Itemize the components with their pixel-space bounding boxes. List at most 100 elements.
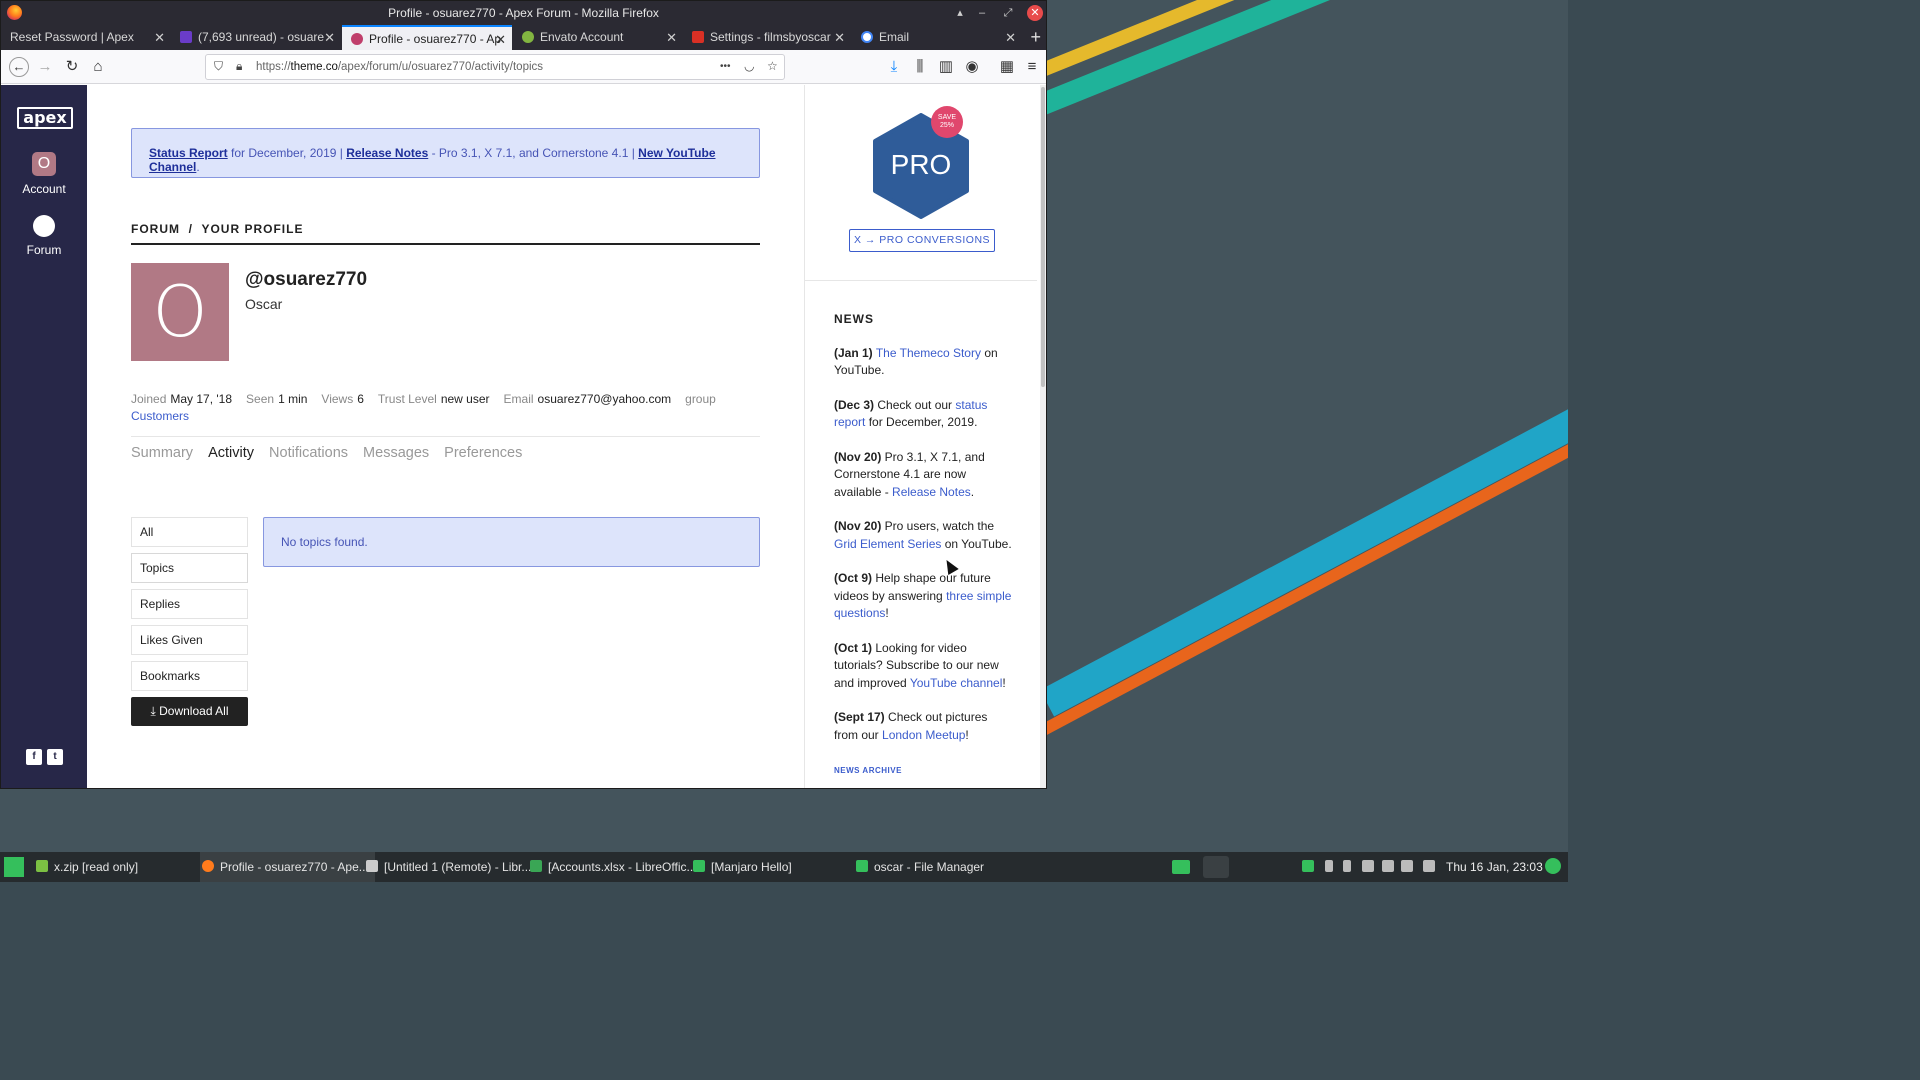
page-actions-icon[interactable]: ••• (720, 61, 731, 72)
news-link[interactable]: Grid Element Series (834, 537, 941, 551)
sidebar-icon[interactable]: ▥ (936, 57, 956, 77)
manjaro-menu-icon[interactable] (4, 857, 24, 877)
close-tab-icon[interactable]: ✕ (1005, 25, 1016, 50)
filter-bookmarks[interactable]: Bookmarks (131, 661, 248, 691)
lock-icon[interactable]: 🔒︎ (236, 59, 242, 74)
facebook-icon[interactable]: f (26, 749, 42, 765)
filter-likes-given[interactable]: Likes Given (131, 625, 248, 655)
clip-icon[interactable] (1382, 860, 1394, 872)
forward-icon[interactable]: → (35, 57, 55, 77)
maximize-button[interactable]: ⤢ (1000, 5, 1016, 21)
close-tab-icon[interactable]: ✕ (324, 25, 335, 50)
tab-label: Reset Password | Apex (10, 30, 134, 44)
tab-notifications[interactable]: Notifications (269, 445, 348, 461)
security-icon[interactable] (1401, 860, 1413, 872)
back-icon[interactable]: ← (9, 57, 29, 77)
tab-settings[interactable]: Settings - filmsbyoscar ✕ (683, 25, 851, 50)
wallpaper-stripe-orange (1040, 114, 1568, 736)
news-link[interactable]: YouTube channel (910, 676, 1003, 690)
group-link[interactable]: Customers (131, 409, 189, 423)
close-tab-icon[interactable]: ✕ (666, 25, 677, 50)
close-tab-icon[interactable]: ✕ (834, 25, 845, 50)
activity-filters: All Topics Replies Likes Given Bookmarks… (131, 517, 248, 726)
scrollbar-thumb[interactable] (1041, 87, 1045, 387)
tab-bar: Reset Password | Apex ✕ (7,693 unread) -… (1, 25, 1046, 50)
wifi-icon[interactable] (1362, 860, 1374, 872)
tab-mail[interactable]: (7,693 unread) - osuare ✕ (171, 25, 341, 50)
conversions-button[interactable]: X → PRO CONVERSIONS (849, 229, 995, 252)
news-heading: NEWS (834, 312, 874, 326)
workspace-icon[interactable] (1172, 860, 1190, 874)
tab-label: (7,693 unread) - osuare (198, 30, 325, 44)
clock[interactable]: Thu 16 Jan, 23:03 (1446, 860, 1543, 874)
taskbar: x.zip [read only] Profile - osuarez770 -… (0, 852, 1568, 882)
twitter-icon[interactable]: t (47, 749, 63, 765)
archive-icon (36, 860, 48, 872)
taskbar-item-label: oscar - File Manager (874, 860, 985, 874)
release-notes-link[interactable]: Release Notes (346, 146, 428, 160)
close-window-button[interactable]: ✕ (1027, 5, 1043, 21)
folder-icon (856, 860, 868, 872)
taskbar-item-file-manager[interactable]: oscar - File Manager (856, 852, 984, 882)
breadcrumb[interactable]: FORUM / YOUR PROFILE (131, 222, 760, 245)
bookmark-star-icon[interactable]: ☆ (767, 59, 778, 73)
power-icon[interactable] (1545, 858, 1561, 874)
save-badge: SAVE 25% (931, 106, 963, 138)
tab-messages[interactable]: Messages (363, 445, 429, 461)
envato-icon (522, 31, 534, 43)
title-bar[interactable]: Profile - osuarez770 - Apex Forum - Mozi… (1, 1, 1046, 25)
url-text[interactable]: https://theme.co/apex/forum/u/osuarez770… (256, 61, 543, 73)
sidebar-item-account[interactable]: O Account (1, 152, 87, 196)
filter-topics[interactable]: Topics (131, 553, 248, 583)
library-icon[interactable]: ⫼ (910, 57, 930, 77)
taskbar-item-manjaro-hello[interactable]: [Manjaro Hello] (693, 852, 792, 882)
download-icon[interactable]: ⤓ (884, 57, 904, 77)
volume-icon[interactable] (1423, 860, 1435, 872)
firefox-tray-icon[interactable] (1203, 856, 1229, 878)
reload-icon[interactable]: ↻ (62, 57, 82, 77)
tab-label: Email (879, 30, 910, 44)
filter-all[interactable]: All (131, 517, 248, 547)
tab-preferences[interactable]: Preferences (444, 445, 522, 461)
page-scrollbar[interactable] (1040, 85, 1046, 788)
sidebar-item-forum[interactable]: Forum (1, 215, 87, 257)
new-tab-icon[interactable]: + (1030, 27, 1041, 47)
gmail-icon (692, 31, 704, 43)
tab-activity[interactable]: Activity (208, 445, 254, 461)
close-tab-icon[interactable]: ✕ (154, 25, 165, 50)
tab-reset-password[interactable]: Reset Password | Apex ✕ (1, 25, 171, 50)
tab-email[interactable]: Email ✕ (852, 25, 1022, 50)
apex-logo[interactable]: apex (17, 107, 73, 129)
extensions-icon[interactable]: ▦ (997, 57, 1017, 77)
taskbar-item-archive[interactable]: x.zip [read only] (36, 852, 138, 882)
tab-summary[interactable]: Summary (131, 445, 193, 461)
news-archive-link[interactable]: NEWS ARCHIVE (834, 766, 902, 775)
taskbar-item-label: x.zip [read only] (54, 860, 139, 874)
news-link[interactable]: London Meetup (882, 728, 965, 742)
close-tab-icon[interactable]: ✕ (495, 27, 506, 50)
tab-envato[interactable]: Envato Account ✕ (513, 25, 683, 50)
taskbar-item-firefox[interactable]: Profile - osuarez770 - Ape... (200, 852, 375, 882)
home-icon[interactable]: ⌂ (88, 57, 108, 77)
download-all-button[interactable]: ⤓ Download All (131, 697, 248, 726)
pocket-icon[interactable]: ◡ (744, 59, 754, 73)
taskbar-item-libreoffice[interactable]: [Untitled 1 (Remote) - Libr... (366, 852, 531, 882)
minimize-button[interactable]: – (974, 5, 990, 21)
status-report-link[interactable]: Status Report (149, 146, 228, 160)
battery-icon[interactable] (1343, 860, 1351, 872)
filter-replies[interactable]: Replies (131, 589, 248, 619)
news-item: (Nov 20) Pro users, watch the Grid Eleme… (834, 519, 1012, 551)
taskbar-item-label: [Untitled 1 (Remote) - Libr... (384, 860, 532, 874)
tab-profile[interactable]: Profile - osuarez770 - Ap ✕ (342, 25, 512, 50)
news-link[interactable]: Release Notes (892, 485, 971, 499)
shield-icon[interactable]: ⛉ (214, 59, 223, 74)
bluetooth-icon[interactable] (1325, 860, 1333, 872)
account-icon[interactable]: ◉ (962, 57, 982, 77)
url-bar[interactable]: ⛉ 🔒︎ https://theme.co/apex/forum/u/osuar… (205, 54, 785, 80)
taskbar-item-spreadsheet[interactable]: [Accounts.xlsx - LibreOffic... (530, 852, 697, 882)
menu-icon[interactable]: ≡ (1022, 57, 1042, 77)
sidebar-item-label: Account (22, 182, 66, 196)
shade-button[interactable]: ▴ (952, 5, 968, 21)
news-link[interactable]: The Themeco Story (876, 346, 981, 360)
manjaro-tray-icon[interactable] (1302, 860, 1314, 872)
